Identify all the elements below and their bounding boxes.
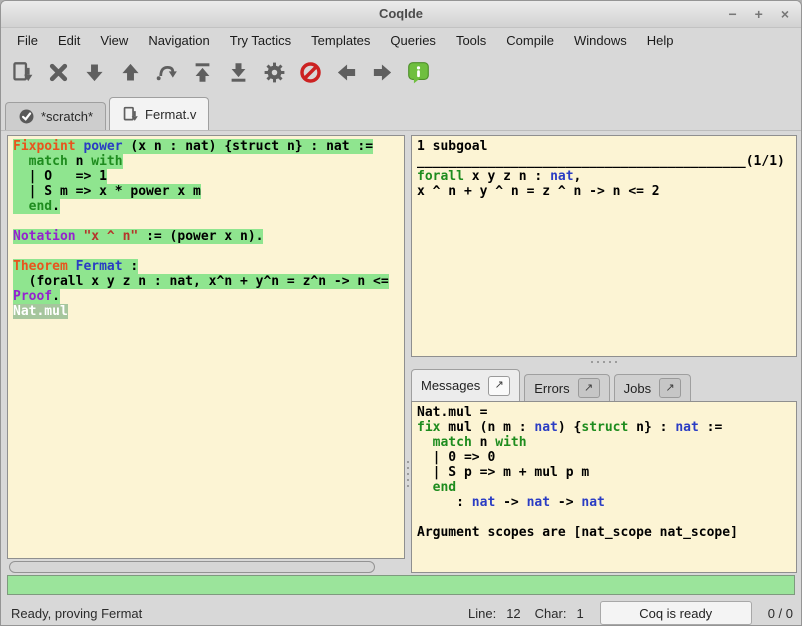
close-button[interactable]: ×: [781, 7, 789, 21]
code-line: ________________________________________…: [417, 154, 796, 169]
code-line: [417, 510, 796, 525]
main-area: Fixpoint power (x n : nat) {struct n} : …: [1, 131, 801, 626]
code-line: Nat.mul: [13, 304, 404, 319]
goals-panel[interactable]: 1 subgoal_______________________________…: [411, 135, 797, 357]
tab-errors[interactable]: Errors ↗: [524, 374, 609, 401]
tab-label: Fermat.v: [145, 107, 196, 122]
line-value: 12: [506, 606, 520, 621]
code-line: match n with: [13, 154, 404, 169]
code-line: Theorem Fermat :: [13, 259, 404, 274]
code-line: match n with: [417, 435, 796, 450]
tab-label: Errors: [534, 381, 569, 396]
tab-scratch[interactable]: *scratch*: [5, 102, 106, 130]
code-line: [13, 214, 404, 229]
code-line: x ^ n + y ^ n = z ^ n -> n <= 2: [417, 184, 796, 199]
line-label: Line:: [468, 606, 496, 621]
code-line: forall x y z n : nat,: [417, 169, 796, 184]
restart-icon[interactable]: [191, 61, 214, 84]
menu-help[interactable]: Help: [637, 30, 684, 51]
coqide-window: CoqIde − + × FileEditViewNavigationTry T…: [0, 0, 802, 626]
coq-status-button[interactable]: Coq is ready: [600, 601, 752, 625]
forward-one-icon[interactable]: [83, 61, 106, 84]
code-line: [13, 244, 404, 259]
check-circle-icon: [18, 108, 35, 125]
code-line: Nat.mul =: [417, 405, 796, 420]
backward-one-icon[interactable]: [119, 61, 142, 84]
tab-label: *scratch*: [41, 109, 93, 124]
menu-compile[interactable]: Compile: [496, 30, 564, 51]
char-label: Char:: [535, 606, 567, 621]
minimize-button[interactable]: −: [728, 7, 736, 21]
menu-bar: FileEditViewNavigationTry TacticsTemplat…: [1, 28, 801, 52]
forward-icon[interactable]: [371, 61, 394, 84]
menu-try-tactics[interactable]: Try Tactics: [220, 30, 301, 51]
status-text: Ready, proving Fermat: [11, 606, 454, 621]
messages-panel[interactable]: Nat.mul =fix mul (n m : nat) {struct n} …: [411, 401, 797, 573]
menu-windows[interactable]: Windows: [564, 30, 637, 51]
status-bar: Ready, proving Fermat Line: 12 Char: 1 C…: [1, 599, 802, 626]
tab-fermat-v[interactable]: Fermat.v: [109, 97, 209, 130]
code-line: Fixpoint power (x n : nat) {struct n} : …: [13, 139, 404, 154]
menu-view[interactable]: View: [90, 30, 138, 51]
message-tab-bar: Messages ↗ Errors ↗ Jobs ↗: [411, 367, 797, 401]
jobs-counter: 0 / 0: [768, 606, 793, 621]
tab-label: Messages: [421, 378, 480, 393]
code-line: Notation "x ^ n" := (power x n).: [13, 229, 404, 244]
detach-panel-button[interactable]: ↗: [578, 378, 600, 398]
save-icon[interactable]: [11, 61, 34, 84]
tab-label: Jobs: [624, 381, 651, 396]
go-to-end-icon[interactable]: [227, 61, 250, 84]
about-icon[interactable]: [407, 61, 430, 84]
detach-panel-button[interactable]: ↗: [659, 378, 681, 398]
menu-tools[interactable]: Tools: [446, 30, 496, 51]
document-tab-bar: *scratch* Fermat.v: [1, 92, 801, 131]
scrollbar-thumb[interactable]: [9, 561, 375, 573]
close-x-icon[interactable]: [47, 61, 70, 84]
back-icon[interactable]: [335, 61, 358, 84]
tab-jobs[interactable]: Jobs ↗: [614, 374, 691, 401]
code-line: fix mul (n m : nat) {struct n} : nat :=: [417, 420, 796, 435]
detach-panel-button[interactable]: ↗: [488, 376, 510, 396]
horizontal-splitter-handle[interactable]: [411, 358, 797, 366]
code-line: (forall x y z n : nat, x^n + y^n = z^n -…: [13, 274, 404, 289]
code-line: | 0 => 0: [417, 450, 796, 465]
horizontal-scrollbar[interactable]: [7, 561, 405, 574]
code-line: | S p => m + mul p m: [417, 465, 796, 480]
tab-messages[interactable]: Messages ↗: [411, 369, 520, 401]
code-line: end: [417, 480, 796, 495]
menu-queries[interactable]: Queries: [380, 30, 446, 51]
interrupt-icon[interactable]: [299, 61, 322, 84]
menu-templates[interactable]: Templates: [301, 30, 380, 51]
title-bar[interactable]: CoqIde − + ×: [1, 1, 801, 28]
vertical-splitter-handle[interactable]: [406, 461, 410, 487]
go-to-cursor-icon[interactable]: [155, 61, 178, 84]
code-line: Proof.: [13, 289, 404, 304]
progress-bar: [7, 575, 795, 595]
code-line: Argument scopes are [nat_scope nat_scope…: [417, 525, 796, 540]
code-line: | O => 1: [13, 169, 404, 184]
gear-icon[interactable]: [263, 61, 286, 84]
menu-edit[interactable]: Edit: [48, 30, 90, 51]
script-editor[interactable]: Fixpoint power (x n : nat) {struct n} : …: [7, 135, 405, 559]
save-icon: [122, 106, 139, 123]
window-title: CoqIde: [1, 1, 801, 27]
code-line: | S m => x * power x m: [13, 184, 404, 199]
code-line: 1 subgoal: [417, 139, 796, 154]
menu-navigation[interactable]: Navigation: [138, 30, 219, 51]
char-value: 1: [576, 606, 583, 621]
code-line: end.: [13, 199, 404, 214]
menu-file[interactable]: File: [7, 30, 48, 51]
code-line: : nat -> nat -> nat: [417, 495, 796, 510]
maximize-button[interactable]: +: [755, 7, 763, 21]
toolbar: [1, 52, 801, 92]
